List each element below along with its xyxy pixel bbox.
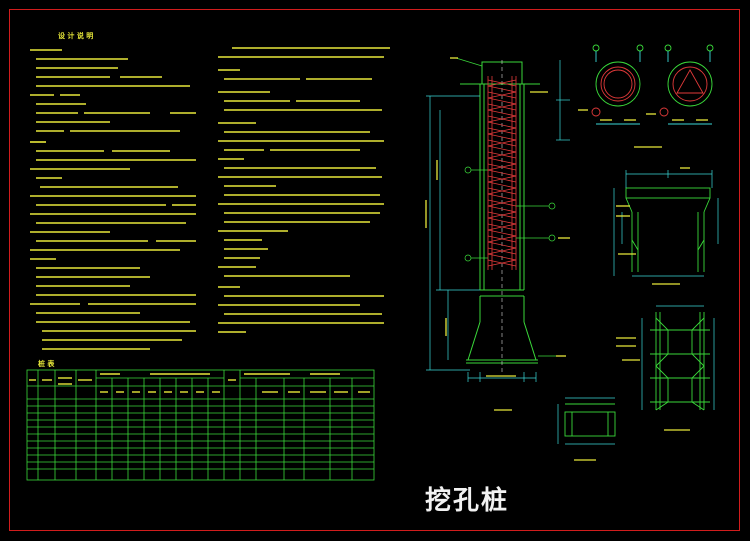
collar-dimensions [613,170,719,277]
table-heading: 桩 表 [38,359,55,368]
lining-labels [616,337,690,431]
collar-detail [625,187,711,272]
pile-dimension-lines [426,60,570,382]
cap-detail [564,403,616,437]
cap-dimensions [557,397,615,445]
notes-right-column [218,47,390,333]
pile-cross-sections [591,44,714,125]
lining-detail [650,312,710,411]
lining-dimensions [641,305,715,410]
pile-labels [425,57,570,411]
drawing-title: 挖孔桩 [425,486,510,516]
pile-schedule-table [26,369,375,481]
cad-drawing: 设 计 说 明 桩 表 [26,31,719,481]
pile-callouts [455,57,556,357]
collar-labels [616,167,690,285]
notes-heading: 设 计 说 明 [58,31,93,40]
notes-left-column [30,49,196,350]
table-header-text [29,373,370,393]
